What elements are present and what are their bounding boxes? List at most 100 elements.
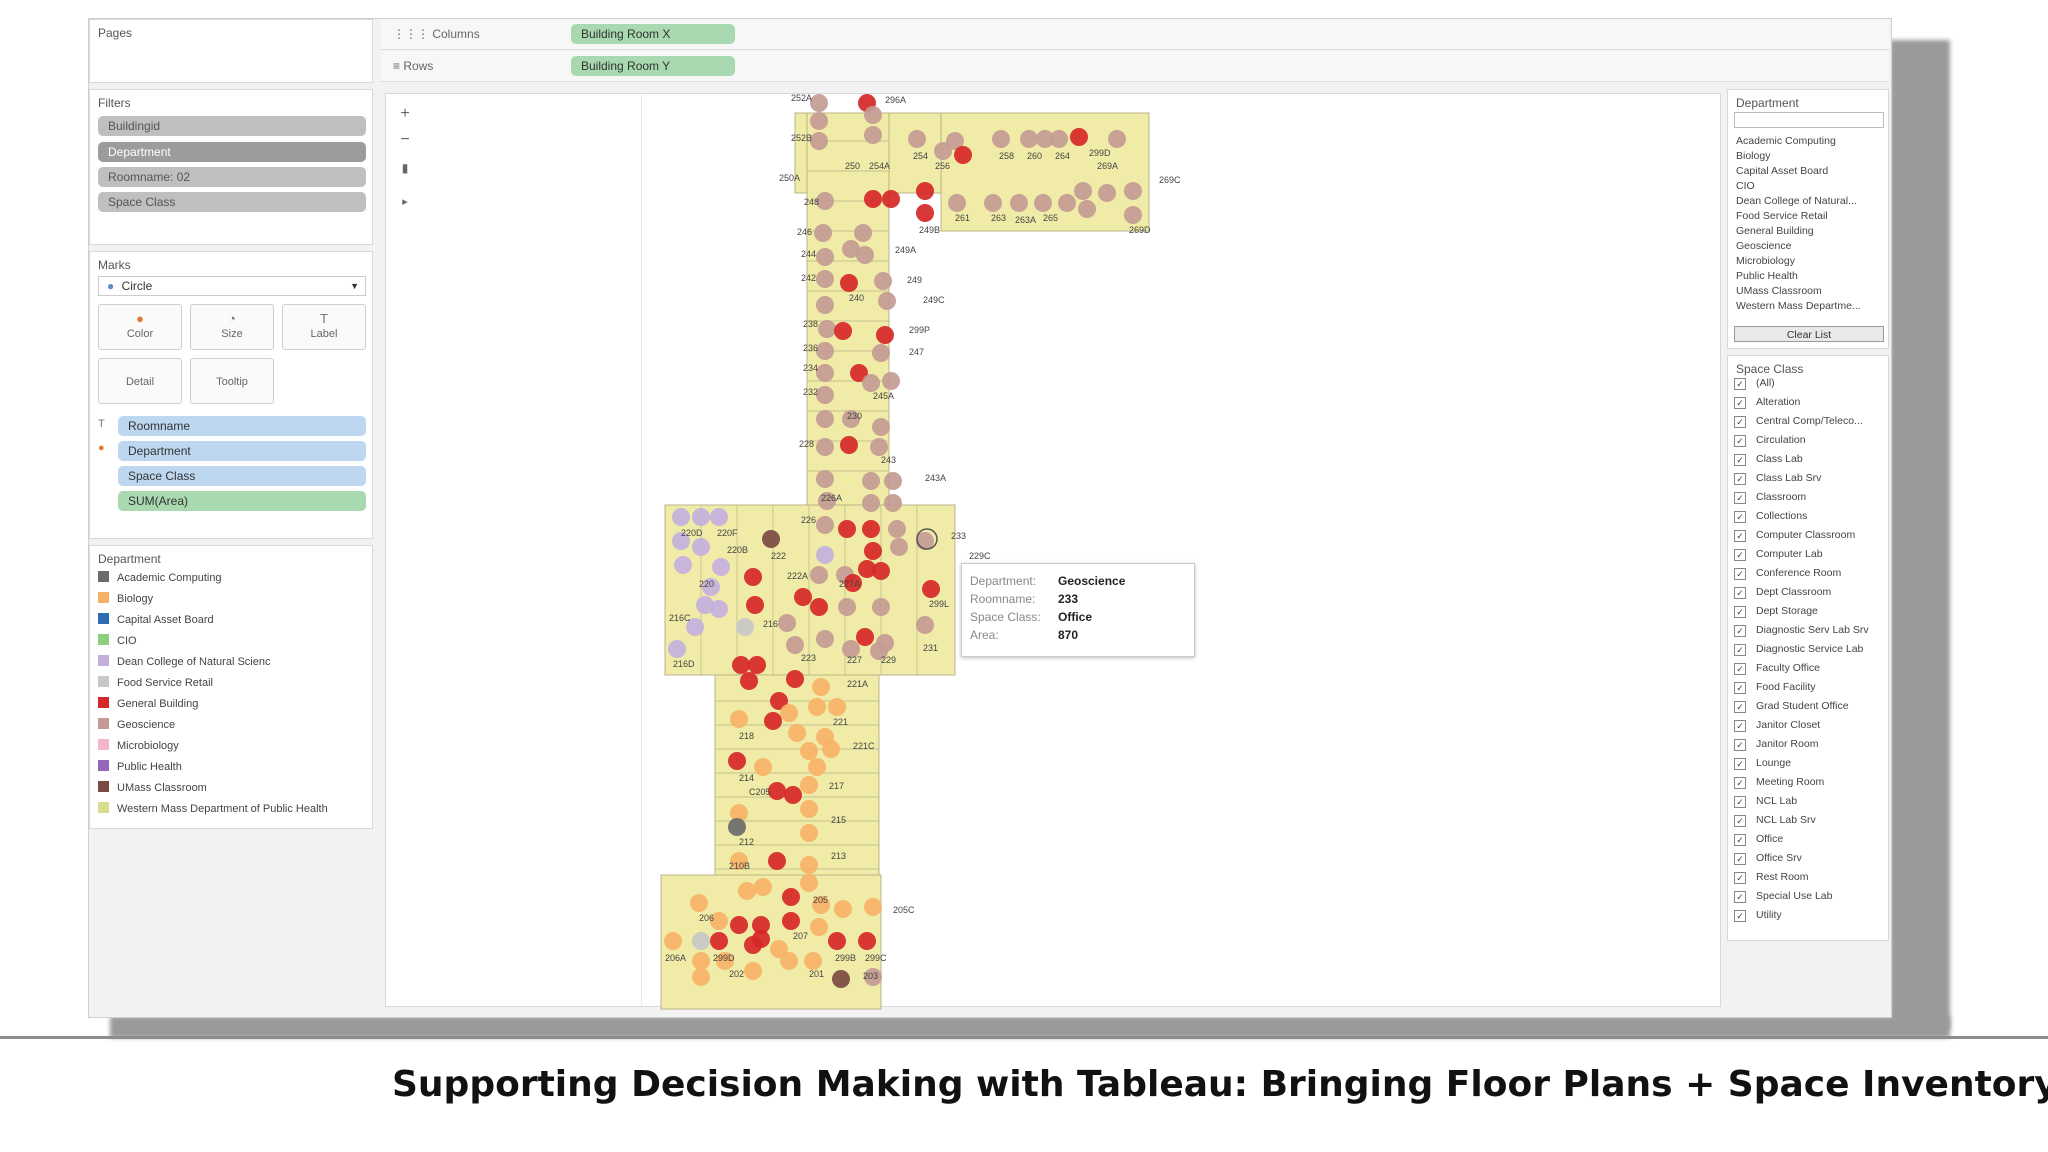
department-search-input[interactable] bbox=[1734, 112, 1884, 128]
space-class-checkbox-item[interactable]: ✓ Janitor Room bbox=[1734, 735, 1818, 753]
mark-field-space-class[interactable]: Space Class bbox=[118, 466, 366, 486]
space-class-checkbox-item[interactable]: ✓ Meeting Room bbox=[1734, 773, 1824, 791]
mark-field-sum-area[interactable]: SUM(Area) bbox=[118, 491, 366, 511]
mark-type-dropdown[interactable]: ● Circle ▼ bbox=[98, 276, 366, 296]
mark-field-department[interactable]: Department bbox=[118, 441, 366, 461]
checkbox-icon[interactable]: ✓ bbox=[1734, 378, 1746, 390]
space-class-checkbox-item[interactable]: ✓ Diagnostic Service Lab bbox=[1734, 640, 1863, 658]
checkbox-icon[interactable]: ✓ bbox=[1734, 891, 1746, 903]
checkbox-icon[interactable]: ✓ bbox=[1734, 606, 1746, 618]
filter-pill-buildingid[interactable]: Buildingid bbox=[98, 116, 366, 136]
pin-icon[interactable]: ▮ bbox=[394, 156, 416, 180]
department-filter-item[interactable]: Academic Computing bbox=[1736, 134, 1836, 148]
label-card[interactable]: T Label bbox=[282, 304, 366, 350]
legend-item[interactable]: UMass Classroom bbox=[98, 780, 207, 796]
space-class-checkbox-item[interactable]: ✓ Computer Lab bbox=[1734, 545, 1823, 563]
checkbox-icon[interactable]: ✓ bbox=[1734, 511, 1746, 523]
checkbox-icon[interactable]: ✓ bbox=[1734, 644, 1746, 656]
department-filter-item[interactable]: UMass Classroom bbox=[1736, 284, 1822, 298]
checkbox-icon[interactable]: ✓ bbox=[1734, 834, 1746, 846]
tooltip-card[interactable]: Tooltip bbox=[190, 358, 274, 404]
space-class-checkbox-item[interactable]: ✓ Diagnostic Serv Lab Srv bbox=[1734, 621, 1869, 639]
space-class-checkbox-item[interactable]: ✓ Central Comp/Teleco... bbox=[1734, 412, 1863, 430]
checkbox-icon[interactable]: ✓ bbox=[1734, 910, 1746, 922]
checkbox-icon[interactable]: ✓ bbox=[1734, 492, 1746, 504]
checkbox-icon[interactable]: ✓ bbox=[1734, 720, 1746, 732]
department-filter-item[interactable]: Microbiology bbox=[1736, 254, 1795, 268]
space-class-checkbox-item[interactable]: ✓ Class Lab bbox=[1734, 450, 1803, 468]
clear-list-button[interactable]: Clear List bbox=[1734, 326, 1884, 342]
checkbox-icon[interactable]: ✓ bbox=[1734, 739, 1746, 751]
legend-item[interactable]: Dean College of Natural Scienc bbox=[98, 654, 270, 670]
department-filter-item[interactable]: Western Mass Departme... bbox=[1736, 299, 1861, 313]
columns-pill[interactable]: Building Room X bbox=[571, 24, 735, 44]
legend-item[interactable]: CIO bbox=[98, 633, 137, 649]
checkbox-icon[interactable]: ✓ bbox=[1734, 758, 1746, 770]
space-class-checkbox-item[interactable]: ✓ Computer Classroom bbox=[1734, 526, 1855, 544]
detail-card[interactable]: Detail bbox=[98, 358, 182, 404]
checkbox-icon[interactable]: ✓ bbox=[1734, 796, 1746, 808]
department-filter-item[interactable]: General Building bbox=[1736, 224, 1814, 238]
space-class-checkbox-item[interactable]: ✓ Dept Classroom bbox=[1734, 583, 1831, 601]
checkbox-icon[interactable]: ✓ bbox=[1734, 416, 1746, 428]
department-filter-item[interactable]: Dean College of Natural... bbox=[1736, 194, 1857, 208]
department-filter-item[interactable]: CIO bbox=[1736, 179, 1755, 193]
legend-item[interactable]: Geoscience bbox=[98, 717, 175, 733]
space-class-checkbox-item[interactable]: ✓ Alteration bbox=[1734, 393, 1800, 411]
checkbox-icon[interactable]: ✓ bbox=[1734, 682, 1746, 694]
checkbox-icon[interactable]: ✓ bbox=[1734, 549, 1746, 561]
space-class-checkbox-item[interactable]: ✓ Circulation bbox=[1734, 431, 1806, 449]
legend-item[interactable]: General Building bbox=[98, 696, 198, 712]
checkbox-icon[interactable]: ✓ bbox=[1734, 530, 1746, 542]
space-class-checkbox-item[interactable]: ✓ Conference Room bbox=[1734, 564, 1841, 582]
space-class-checkbox-item[interactable]: ✓ Office Srv bbox=[1734, 849, 1802, 867]
legend-item[interactable]: Public Health bbox=[98, 759, 182, 775]
space-class-checkbox-item[interactable]: ✓ Special Use Lab bbox=[1734, 887, 1832, 905]
checkbox-icon[interactable]: ✓ bbox=[1734, 777, 1746, 789]
map-canvas[interactable]: + − ▮ ▸ bbox=[385, 93, 1721, 1007]
space-class-checkbox-item[interactable]: ✓ Classroom bbox=[1734, 488, 1806, 506]
zoom-in-button[interactable]: + bbox=[394, 102, 416, 126]
zoom-out-button[interactable]: − bbox=[394, 128, 416, 152]
department-filter-item[interactable]: Geoscience bbox=[1736, 239, 1791, 253]
space-class-checkbox-item[interactable]: ✓ Utility bbox=[1734, 906, 1782, 924]
department-filter-item[interactable]: Capital Asset Board bbox=[1736, 164, 1828, 178]
legend-item[interactable]: Biology bbox=[98, 591, 153, 607]
department-filter-item[interactable]: Public Health bbox=[1736, 269, 1798, 283]
legend-item[interactable]: Academic Computing bbox=[98, 570, 222, 586]
space-class-checkbox-item[interactable]: ✓ Food Facility bbox=[1734, 678, 1816, 696]
checkbox-icon[interactable]: ✓ bbox=[1734, 568, 1746, 580]
department-filter-item[interactable]: Biology bbox=[1736, 149, 1770, 163]
checkbox-icon[interactable]: ✓ bbox=[1734, 663, 1746, 675]
space-class-checkbox-item[interactable]: ✓ Dept Storage bbox=[1734, 602, 1818, 620]
legend-item[interactable]: Western Mass Department of Public Health bbox=[98, 801, 328, 817]
space-class-checkbox-item[interactable]: ✓ Lounge bbox=[1734, 754, 1791, 772]
filter-pill-space-class[interactable]: Space Class bbox=[98, 192, 366, 212]
checkbox-icon[interactable]: ✓ bbox=[1734, 587, 1746, 599]
checkbox-icon[interactable]: ✓ bbox=[1734, 625, 1746, 637]
color-card[interactable]: ● Color bbox=[98, 304, 182, 350]
checkbox-icon[interactable]: ✓ bbox=[1734, 853, 1746, 865]
size-card[interactable]: ◔ Size bbox=[190, 304, 274, 350]
rows-pill[interactable]: Building Room Y bbox=[571, 56, 735, 76]
space-class-checkbox-item[interactable]: ✓ NCL Lab bbox=[1734, 792, 1797, 810]
legend-item[interactable]: Food Service Retail bbox=[98, 675, 213, 691]
space-class-checkbox-item[interactable]: ✓ Rest Room bbox=[1734, 868, 1809, 886]
space-class-checkbox-item[interactable]: ✓ Office bbox=[1734, 830, 1783, 848]
department-filter-item[interactable]: Food Service Retail bbox=[1736, 209, 1828, 223]
checkbox-icon[interactable]: ✓ bbox=[1734, 701, 1746, 713]
legend-item[interactable]: Capital Asset Board bbox=[98, 612, 214, 628]
mark-field-roomname[interactable]: Roomname bbox=[118, 416, 366, 436]
space-class-checkbox-item[interactable]: ✓ Collections bbox=[1734, 507, 1807, 525]
space-class-checkbox-item[interactable]: ✓ (All) bbox=[1734, 374, 1775, 392]
space-class-checkbox-item[interactable]: ✓ Class Lab Srv bbox=[1734, 469, 1821, 487]
legend-item[interactable]: Microbiology bbox=[98, 738, 179, 754]
space-class-checkbox-item[interactable]: ✓ Janitor Closet bbox=[1734, 716, 1820, 734]
expand-arrow-icon[interactable]: ▸ bbox=[394, 190, 416, 214]
space-class-checkbox-item[interactable]: ✓ Grad Student Office bbox=[1734, 697, 1849, 715]
checkbox-icon[interactable]: ✓ bbox=[1734, 435, 1746, 447]
checkbox-icon[interactable]: ✓ bbox=[1734, 454, 1746, 466]
checkbox-icon[interactable]: ✓ bbox=[1734, 397, 1746, 409]
checkbox-icon[interactable]: ✓ bbox=[1734, 815, 1746, 827]
filter-pill-roomname[interactable]: Roomname: 02 bbox=[98, 167, 366, 187]
